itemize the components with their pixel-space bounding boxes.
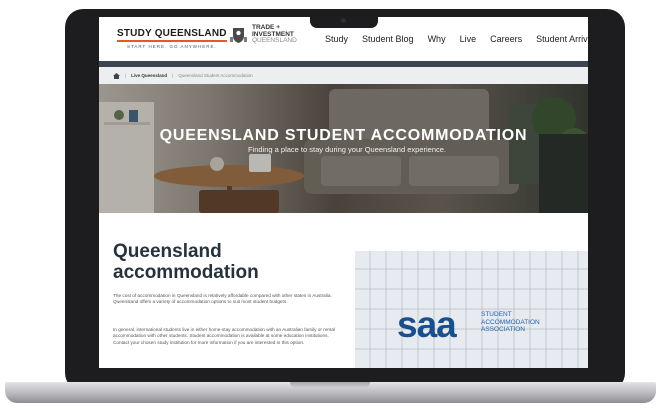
queensland-crest-icon xyxy=(230,28,247,43)
building-pattern xyxy=(355,251,588,368)
nav-item-why[interactable]: Why xyxy=(428,34,446,44)
saa-logo-text: STUDENT ACCOMMODATION ASSOCIATION xyxy=(481,311,540,334)
study-queensland-logo[interactable]: STUDY QUEENSLAND START HERE. GO ANYWHERE… xyxy=(117,28,227,49)
nav-item-student-arrivals[interactable]: Student Arrivals xyxy=(536,34,588,44)
hero-subtitle: Finding a place to stay during your Quee… xyxy=(247,145,447,154)
breadcrumb: | Live Queensland | Queensland Student A… xyxy=(99,67,588,84)
saa-line1: STUDENT xyxy=(481,311,512,318)
nav-item-student-blog[interactable]: Student Blog xyxy=(362,34,414,44)
home-icon[interactable] xyxy=(113,72,120,79)
breadcrumb-link-live-queensland[interactable]: Live Queensland xyxy=(131,73,167,78)
trade-investment-queensland-logo[interactable]: TRADE + INVESTMENT QUEENSLAND xyxy=(252,24,297,45)
camera-icon xyxy=(341,18,346,23)
body-paragraph: In general, international students live … xyxy=(113,327,335,345)
breadcrumb-current: Queensland Student Accommodation xyxy=(178,73,253,78)
breadcrumb-separator: | xyxy=(172,73,174,78)
saa-line3: ASSOCIATION xyxy=(481,326,525,333)
laptop-base xyxy=(5,382,656,403)
laptop-base-notch xyxy=(290,382,370,388)
browser-viewport: STUDY QUEENSLAND START HERE. GO ANYWHERE… xyxy=(99,17,588,368)
nav-item-study[interactable]: Study xyxy=(325,34,348,44)
logo-title: STUDY QUEENSLAND xyxy=(117,28,227,42)
nav-item-careers[interactable]: Careers xyxy=(490,34,522,44)
page-heading: Queensland accommodation xyxy=(113,241,259,283)
logo-tagline: START HERE. GO ANYWHERE. xyxy=(126,44,217,49)
main-content: Queensland accommodation The cost of acc… xyxy=(99,213,588,368)
saa-logo-panel: saa STUDENT ACCOMMODATION ASSOCIATION xyxy=(355,251,588,368)
saa-line2: ACCOMMODATION xyxy=(481,318,540,326)
nav-item-live[interactable]: Live xyxy=(460,34,477,44)
breadcrumb-separator: | xyxy=(125,73,127,78)
partner-line3: QUEENSLAND xyxy=(252,37,297,44)
intro-paragraph: The cost of accommodation in Queensland … xyxy=(113,293,332,305)
hero-banner: QUEENSLAND STUDENT ACCOMMODATION Finding… xyxy=(99,84,588,213)
camera-notch xyxy=(310,15,378,28)
saa-logo: saa xyxy=(397,304,457,345)
main-nav: Study Student Blog Why Live Careers Stud… xyxy=(325,34,588,44)
hero-title: QUEENSLAND STUDENT ACCOMMODATION xyxy=(159,127,528,144)
